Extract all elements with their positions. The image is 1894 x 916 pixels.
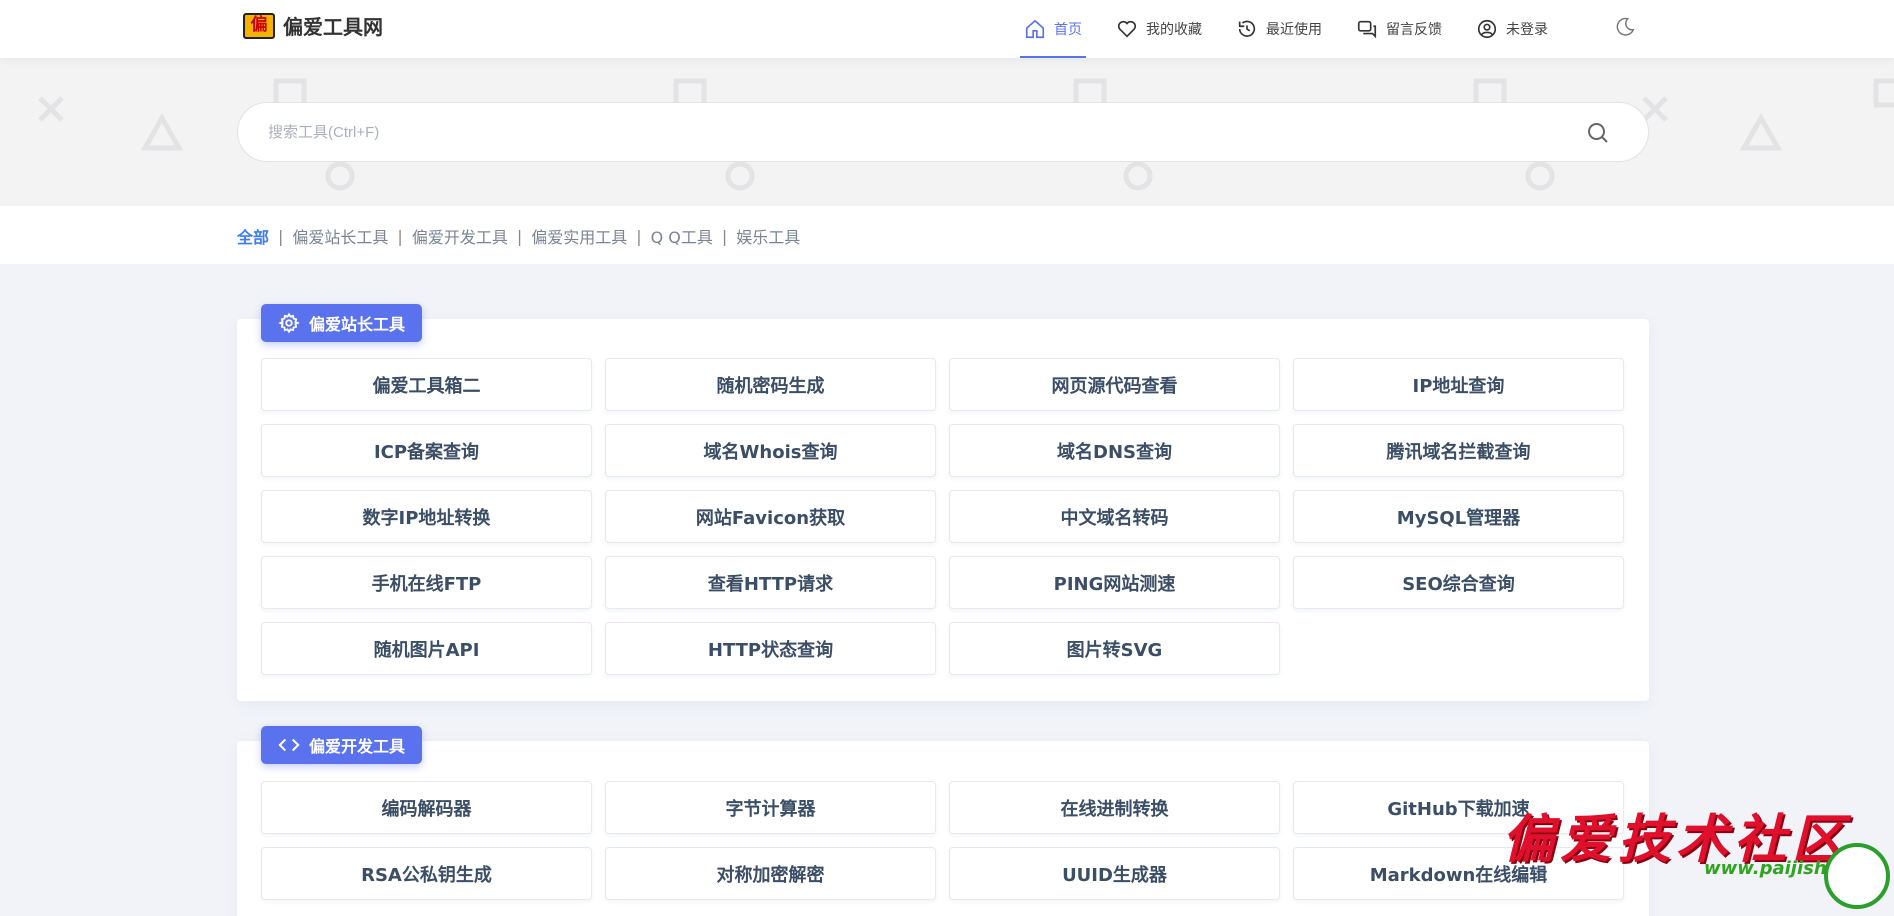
home-icon bbox=[1025, 19, 1045, 39]
tool-item[interactable]: 手机在线FTP bbox=[261, 556, 592, 609]
logo-mark: 偏 bbox=[243, 12, 275, 39]
tool-grid-dev: 编码解码器 字节计算器 在线进制转换 GitHub下载加速 RSA公私钥生成 对… bbox=[261, 781, 1624, 900]
tool-item[interactable]: PING网站测速 bbox=[949, 556, 1280, 609]
tool-item[interactable]: 随机图片API bbox=[261, 622, 592, 675]
section-title-label: 偏爱开发工具 bbox=[309, 737, 406, 756]
nav-favorites-label: 我的收藏 bbox=[1146, 22, 1202, 38]
filter-separator: | bbox=[516, 226, 523, 246]
code-icon bbox=[278, 738, 300, 752]
chat-icon bbox=[1357, 20, 1377, 39]
site-title: 偏爱工具网 bbox=[283, 15, 383, 39]
tool-item[interactable]: GitHub下载加速 bbox=[1293, 781, 1624, 834]
nav-home-label: 首页 bbox=[1054, 22, 1082, 38]
search-hero bbox=[0, 58, 1894, 206]
filter-practical-tools[interactable]: 偏爱实用工具 bbox=[531, 224, 627, 248]
filter-dev-tools[interactable]: 偏爱开发工具 bbox=[412, 224, 508, 248]
moon-icon[interactable] bbox=[1614, 16, 1636, 38]
filter-qq-tools[interactable]: Q Q工具 bbox=[651, 224, 713, 248]
tool-item[interactable]: ICP备案查询 bbox=[261, 424, 592, 477]
filter-webmaster-tools[interactable]: 偏爱站长工具 bbox=[292, 224, 388, 248]
section-title-dev-tools: 偏爱开发工具 bbox=[261, 726, 423, 764]
nav-recent[interactable]: 最近使用 bbox=[1232, 0, 1326, 58]
category-filters: 全部 | 偏爱站长工具 | 偏爱开发工具 | 偏爱实用工具 | Q Q工具 | … bbox=[237, 224, 800, 248]
tool-item[interactable]: HTTP状态查询 bbox=[605, 622, 936, 675]
nav-home[interactable]: 首页 bbox=[1020, 0, 1086, 58]
watermark-url: www.paijishu.com bbox=[1704, 858, 1889, 879]
tool-item[interactable]: 中文域名转码 bbox=[949, 490, 1280, 543]
tool-item[interactable]: 对称加密解密 bbox=[605, 847, 936, 900]
nav-feedback[interactable]: 留言反馈 bbox=[1352, 0, 1446, 58]
search-icon[interactable] bbox=[1586, 121, 1610, 145]
nav-login[interactable]: 未登录 bbox=[1472, 0, 1552, 58]
tool-item[interactable]: 偏爱工具箱二 bbox=[261, 358, 592, 411]
filter-separator: | bbox=[278, 226, 284, 246]
tool-item[interactable]: 编码解码器 bbox=[261, 781, 592, 834]
tool-item[interactable]: 网页源代码查看 bbox=[949, 358, 1280, 411]
tool-item[interactable]: 腾讯域名拦截查询 bbox=[1293, 424, 1624, 477]
section-title-webmaster-tools: 偏爱站长工具 bbox=[261, 304, 423, 342]
tool-item[interactable]: 查看HTTP请求 bbox=[605, 556, 936, 609]
filter-separator: | bbox=[636, 226, 642, 246]
category-filter-bar: 全部 | 偏爱站长工具 | 偏爱开发工具 | 偏爱实用工具 | Q Q工具 | … bbox=[0, 206, 1894, 264]
tool-item[interactable]: IP地址查询 bbox=[1293, 358, 1624, 411]
history-icon bbox=[1238, 20, 1256, 37]
filter-fun-tools[interactable]: 娱乐工具 bbox=[736, 224, 800, 248]
tool-item[interactable]: 在线进制转换 bbox=[949, 781, 1280, 834]
main-nav: 首页 我的收藏 最近使用 留言反馈 未登录 bbox=[1020, 0, 1578, 58]
nav-recent-label: 最近使用 bbox=[1266, 22, 1322, 38]
tool-item[interactable]: MySQL管理器 bbox=[1293, 490, 1624, 543]
search-box bbox=[237, 102, 1649, 162]
top-header: 偏 偏爱工具网 首页 我的收藏 最近使用 留言反馈 未登录 bbox=[0, 0, 1894, 58]
search-input[interactable] bbox=[268, 117, 1568, 147]
filter-separator: | bbox=[397, 226, 403, 246]
tool-grid-webmaster: 偏爱工具箱二 随机密码生成 网页源代码查看 IP地址查询 ICP备案查询 域名W… bbox=[261, 358, 1624, 675]
nav-login-label: 未登录 bbox=[1506, 22, 1548, 38]
tool-item[interactable]: 域名Whois查询 bbox=[605, 424, 936, 477]
tool-item[interactable]: 字节计算器 bbox=[605, 781, 936, 834]
tool-item[interactable]: RSA公私钥生成 bbox=[261, 847, 592, 900]
tool-item[interactable]: 域名DNS查询 bbox=[949, 424, 1280, 477]
filter-all[interactable]: 全部 bbox=[237, 224, 269, 248]
tool-item[interactable]: UUID生成器 bbox=[949, 847, 1280, 900]
tool-item[interactable]: SEO综合查询 bbox=[1293, 556, 1624, 609]
nav-feedback-label: 留言反馈 bbox=[1386, 22, 1442, 38]
ssl-seal-icon bbox=[1824, 843, 1890, 909]
tool-item[interactable]: 网站Favicon获取 bbox=[605, 490, 936, 543]
gear-icon bbox=[278, 312, 300, 334]
filter-separator: | bbox=[721, 226, 728, 246]
tool-item[interactable]: 数字IP地址转换 bbox=[261, 490, 592, 543]
site-logo[interactable]: 偏 偏爱工具网 bbox=[243, 11, 383, 40]
section-title-label: 偏爱站长工具 bbox=[309, 315, 406, 334]
heart-icon bbox=[1117, 20, 1137, 38]
user-icon bbox=[1477, 19, 1497, 39]
tool-item[interactable]: 随机密码生成 bbox=[605, 358, 936, 411]
nav-favorites[interactable]: 我的收藏 bbox=[1112, 0, 1206, 58]
tool-item[interactable]: Markdown在线编辑 bbox=[1293, 847, 1624, 900]
tool-item[interactable]: 图片转SVG bbox=[949, 622, 1280, 675]
